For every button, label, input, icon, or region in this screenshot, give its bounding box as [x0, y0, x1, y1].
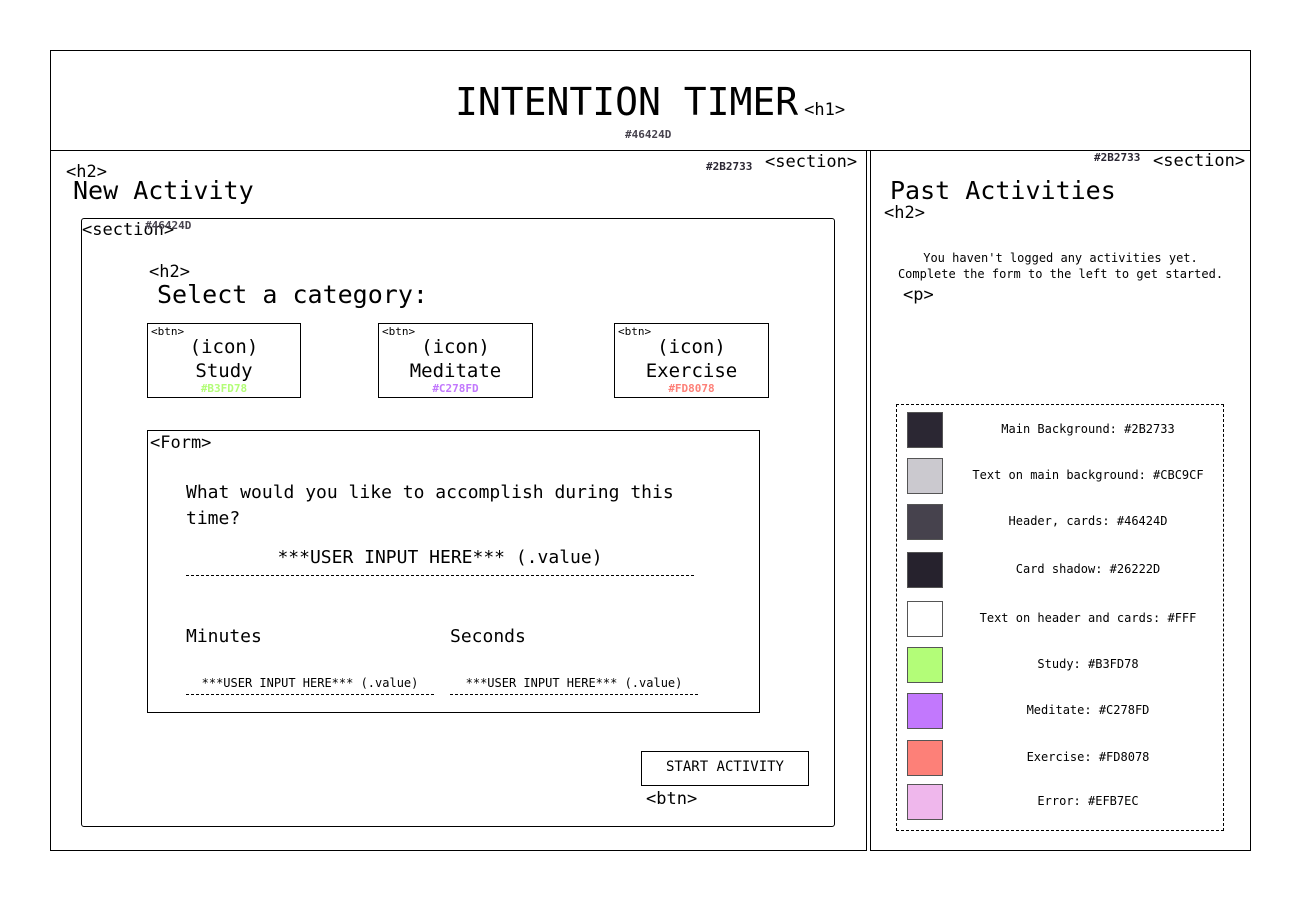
seconds-input[interactable]: ***USER INPUT HERE*** (.value): [450, 676, 698, 695]
study-icon: (icon): [189, 336, 259, 358]
form-question: What would you like to accomplish during…: [186, 482, 674, 529]
past-activities-h2-tag: <h2>: [884, 203, 925, 223]
palette-label: Text on header and cards: #FFF: [979, 611, 1197, 625]
palette-label: Main Background: #2B2733: [1001, 422, 1175, 436]
p-tag: <p>: [903, 285, 934, 305]
exercise-button[interactable]: <btn> (icon) Exercise #FD8078: [614, 323, 769, 398]
palette-swatch: [907, 504, 943, 540]
form-tag: <Form>: [150, 433, 212, 453]
meditate-label: Meditate: [409, 360, 502, 382]
meditate-button[interactable]: <btn> (icon) Meditate #C278FD: [378, 323, 533, 398]
palette-row: Card shadow: #26222D: [907, 552, 1223, 590]
minutes-input[interactable]: ***USER INPUT HERE*** (.value): [186, 676, 434, 695]
new-activity-section-tag: <section>: [765, 152, 858, 172]
page-title-wrapper: INTENTION TIMER <h1>: [0, 80, 1300, 124]
study-btn-tag: <btn>: [151, 325, 185, 338]
meditate-btn-tag: <btn>: [382, 325, 416, 338]
category-title: Select a category:: [157, 280, 428, 309]
past-activities-title: Past Activities: [890, 176, 1116, 205]
study-label: Study: [195, 360, 253, 382]
minutes-label: Minutes: [186, 626, 262, 647]
h1-tag: <h1>: [804, 100, 846, 120]
seconds-label: Seconds: [450, 626, 526, 647]
color-palette-legend: Main Background: #2B2733 Text on main ba…: [896, 404, 1224, 831]
past-activities-section-tag: <section>: [1153, 151, 1246, 171]
new-activity-title: New Activity: [73, 176, 254, 205]
card-section-hex: #46424D: [145, 219, 192, 232]
start-activity-button[interactable]: START ACTIVITY: [641, 751, 809, 786]
new-activity-hex: #2B2733: [706, 160, 753, 173]
palette-row: Text on header and cards: #FFF: [907, 601, 1223, 639]
start-btn-tag: <btn>: [646, 789, 698, 809]
palette-swatch: [907, 784, 943, 820]
palette-row: Text on main background: #CBC9CF: [907, 458, 1223, 496]
exercise-btn-tag: <btn>: [618, 325, 652, 338]
palette-swatch: [907, 601, 943, 637]
page-title: INTENTION TIMER: [454, 80, 799, 124]
study-button[interactable]: <btn> (icon) Study #B3FD78: [147, 323, 301, 398]
palette-label: Meditate: #C278FD: [1026, 703, 1150, 717]
palette-row: Main Background: #2B2733: [907, 412, 1223, 450]
category-h2-tag: <h2>: [149, 262, 190, 282]
palette-row: Exercise: #FD8078: [907, 740, 1223, 778]
empty-message-line1: You haven't logged any activities yet.: [923, 251, 1198, 265]
empty-message-line2: Complete the form to the left to get sta…: [897, 267, 1224, 281]
exercise-hex: #FD8078: [668, 382, 715, 395]
palette-label: Card shadow: #26222D: [1015, 562, 1161, 576]
exercise-label: Exercise: [645, 360, 738, 382]
palette-swatch: [907, 412, 943, 448]
palette-row: Study: #B3FD78: [907, 647, 1223, 685]
palette-swatch: [907, 458, 943, 494]
meditate-icon: (icon): [421, 336, 490, 358]
study-hex: #B3FD78: [200, 382, 248, 395]
palette-row: Error: #EFB7EC: [907, 784, 1223, 822]
palette-row: Meditate: #C278FD: [907, 693, 1223, 731]
meditate-hex: #C278FD: [432, 382, 479, 395]
palette-swatch: [907, 647, 943, 683]
palette-row: Header, cards: #46424D: [907, 504, 1223, 542]
palette-label: Error: #EFB7EC: [1037, 794, 1139, 808]
past-activities-hex: #2B2733: [1094, 151, 1141, 164]
palette-swatch: [907, 693, 943, 729]
palette-swatch: [907, 552, 943, 588]
start-activity-label: START ACTIVITY: [665, 759, 784, 775]
header-hex: #46424D: [625, 128, 672, 141]
palette-label: Study: #B3FD78: [1037, 657, 1139, 671]
palette-label: Exercise: #FD8078: [1026, 750, 1150, 764]
exercise-icon: (icon): [657, 336, 726, 358]
palette-label: Header, cards: #46424D: [1008, 514, 1168, 528]
palette-swatch: [907, 740, 943, 776]
accomplish-input[interactable]: ***USER INPUT HERE*** (.value): [186, 547, 694, 576]
palette-label: Text on main background: #CBC9CF: [972, 468, 1204, 482]
